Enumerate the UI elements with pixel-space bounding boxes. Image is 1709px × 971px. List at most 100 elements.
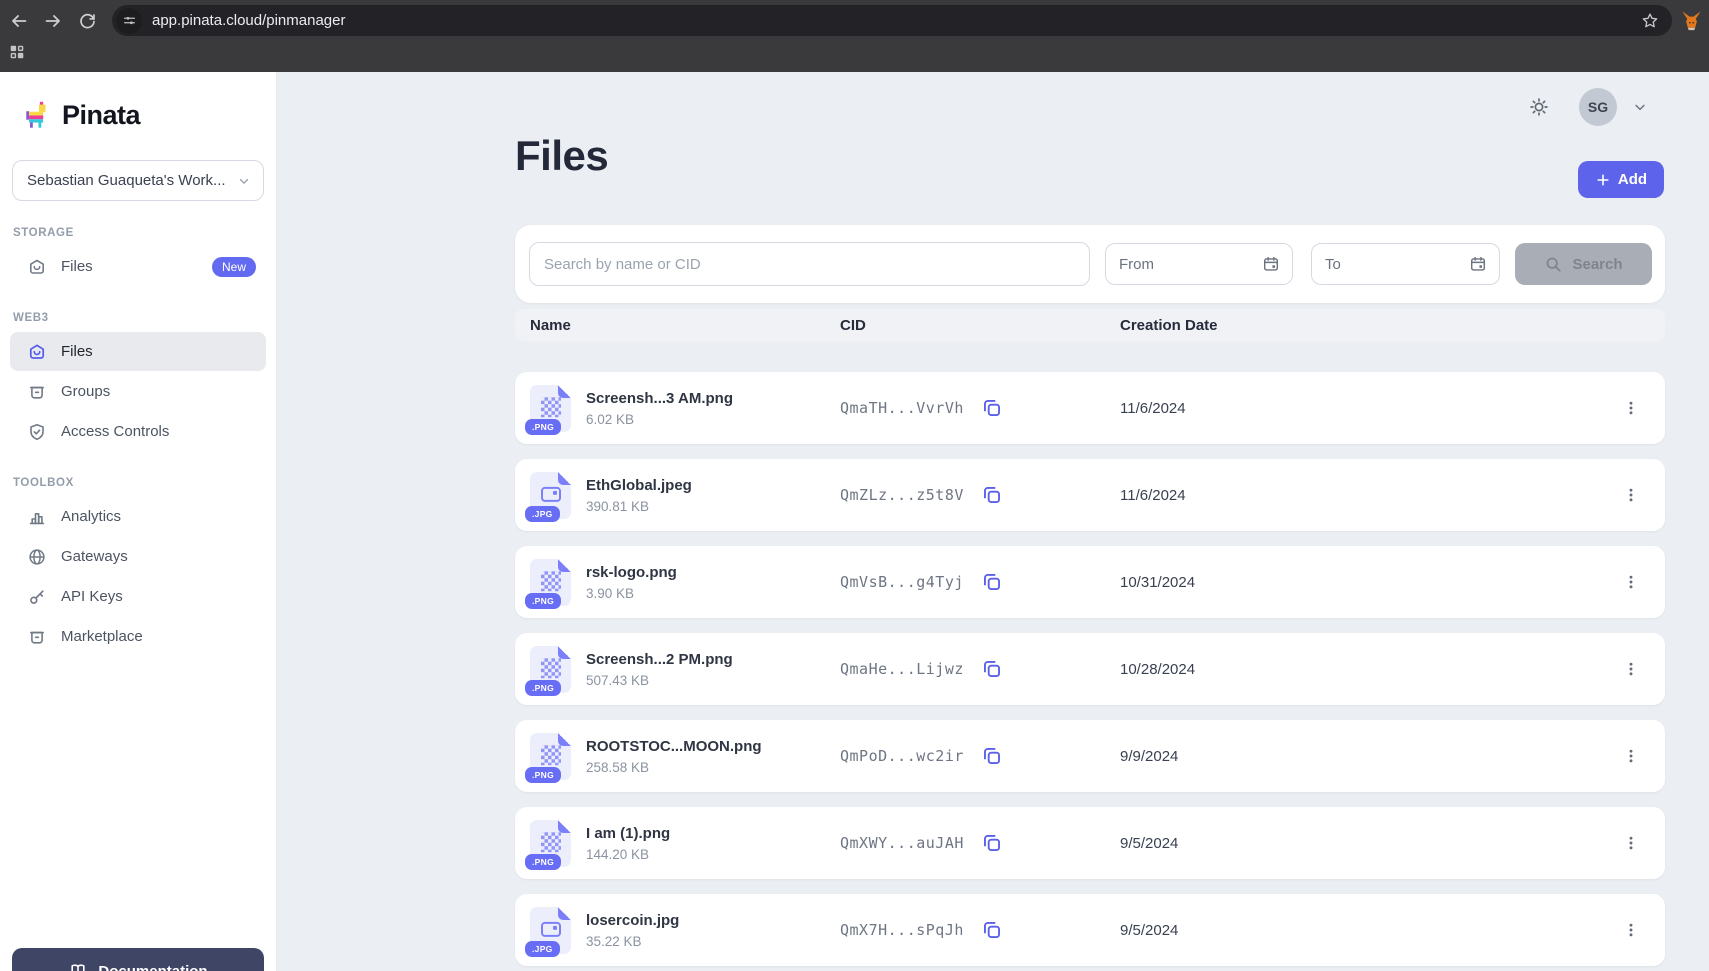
table-row[interactable]: .PNG Screensh...2 PM.png507.43 KB QmaHe.…	[515, 633, 1665, 705]
file-date: 9/9/2024	[1120, 748, 1607, 765]
documentation-label: Documentation	[98, 963, 207, 971]
file-name: rsk-logo.png	[586, 564, 677, 581]
table-row[interactable]: .JPG losercoin.jpg35.22 KB QmX7H...sPqJh…	[515, 894, 1665, 966]
table-row[interactable]: .PNG rsk-logo.png3.90 KB QmVsB...g4Tyj 1…	[515, 546, 1665, 618]
file-date: 10/31/2024	[1120, 574, 1607, 591]
apps-grid-button[interactable]	[8, 43, 26, 61]
add-button[interactable]: Add	[1578, 161, 1664, 198]
copy-icon	[981, 484, 1003, 506]
copy-icon	[981, 658, 1003, 680]
main-content: SG Files Add From To Search Name CID Cre…	[277, 72, 1709, 971]
copy-cid-button[interactable]	[981, 397, 1003, 419]
copy-icon	[981, 745, 1003, 767]
search-input[interactable]	[529, 242, 1090, 286]
filter-card: From To Search	[515, 225, 1665, 303]
sidebar-item-storage-files[interactable]: Files New	[10, 247, 266, 286]
row-menu-button[interactable]	[1615, 566, 1647, 598]
pinata-logo[interactable]: Pinata	[22, 98, 276, 132]
apps-grid-icon	[8, 43, 26, 61]
file-jpg-icon: .JPG	[530, 472, 571, 519]
copy-cid-button[interactable]	[981, 658, 1003, 680]
chevron-down-icon	[237, 174, 251, 188]
sidebar-item-gateways[interactable]: Gateways	[10, 537, 266, 576]
file-png-icon: .PNG	[530, 385, 571, 432]
site-info-icon[interactable]	[116, 8, 142, 34]
file-size: 390.81 KB	[586, 499, 692, 514]
account-menu-button[interactable]	[1632, 99, 1648, 115]
file-png-icon: .PNG	[530, 733, 571, 780]
documentation-button[interactable]: Documentation	[12, 948, 264, 971]
search-icon	[1544, 255, 1563, 274]
sidebar-item-label: Gateways	[61, 548, 256, 565]
column-header-name: Name	[530, 317, 840, 334]
row-menu-button[interactable]	[1615, 827, 1647, 859]
column-header-cid: CID	[840, 317, 1120, 334]
book-icon	[68, 961, 88, 971]
sidebar-item-marketplace[interactable]: Marketplace	[10, 617, 266, 656]
file-cid: QmX7H...sPqJh	[840, 921, 964, 939]
sidebar-item-label: Groups	[61, 383, 256, 400]
section-label-web3: WEB3	[13, 312, 276, 324]
sidebar-item-groups[interactable]: Groups	[10, 372, 266, 411]
row-menu-button[interactable]	[1615, 740, 1647, 772]
files-icon	[27, 342, 47, 362]
file-cid: QmZLz...z5t8V	[840, 486, 964, 504]
bookmark-star-button[interactable]	[1640, 11, 1660, 31]
chevron-down-icon	[1632, 99, 1648, 115]
url-bar[interactable]: app.pinata.cloud/pinmanager	[112, 5, 1672, 36]
url-text: app.pinata.cloud/pinmanager	[152, 12, 1640, 29]
file-png-icon: .PNG	[530, 559, 571, 606]
file-png-icon: .PNG	[530, 820, 571, 867]
copy-cid-button[interactable]	[981, 745, 1003, 767]
copy-icon	[981, 397, 1003, 419]
sidebar-item-analytics[interactable]: Analytics	[10, 497, 266, 536]
copy-icon	[981, 919, 1003, 941]
kebab-menu-icon	[1622, 399, 1640, 417]
date-from-placeholder: From	[1119, 256, 1154, 273]
file-size: 507.43 KB	[586, 673, 733, 688]
row-menu-button[interactable]	[1615, 479, 1647, 511]
copy-cid-button[interactable]	[981, 832, 1003, 854]
date-from-input[interactable]: From	[1105, 243, 1293, 285]
metamask-extension-button[interactable]	[1680, 9, 1703, 32]
table-row[interactable]: .PNG ROOTSTOC...MOON.png258.58 KB QmPoD.…	[515, 720, 1665, 792]
table-row[interactable]: .PNG I am (1).png144.20 KB QmXWY...auJAH…	[515, 807, 1665, 879]
kebab-menu-icon	[1622, 486, 1640, 504]
sidebar-item-web3-files[interactable]: Files	[10, 332, 266, 371]
avatar[interactable]: SG	[1579, 88, 1617, 126]
pinata-logo-icon	[22, 98, 54, 132]
row-menu-button[interactable]	[1615, 914, 1647, 946]
reload-button[interactable]	[75, 9, 99, 33]
copy-cid-button[interactable]	[981, 484, 1003, 506]
access-controls-icon	[27, 422, 47, 442]
file-cid: QmaTH...VvrVh	[840, 399, 964, 417]
add-button-label: Add	[1618, 171, 1647, 188]
date-to-input[interactable]: To	[1311, 243, 1500, 285]
file-name: losercoin.jpg	[586, 912, 679, 929]
sidebar: Pinata Sebastian Guaqueta's Work... STOR…	[0, 72, 277, 971]
row-menu-button[interactable]	[1615, 392, 1647, 424]
copy-cid-button[interactable]	[981, 919, 1003, 941]
workspace-selector[interactable]: Sebastian Guaqueta's Work...	[12, 160, 264, 201]
sidebar-item-label: Marketplace	[61, 628, 256, 645]
table-row[interactable]: .PNG Screensh...3 AM.png6.02 KB QmaTH...…	[515, 372, 1665, 444]
file-size: 144.20 KB	[586, 847, 670, 862]
back-button[interactable]	[7, 9, 31, 33]
gateways-icon	[27, 547, 47, 567]
row-menu-button[interactable]	[1615, 653, 1647, 685]
groups-icon	[27, 382, 47, 402]
sidebar-item-access-controls[interactable]: Access Controls	[10, 412, 266, 451]
kebab-menu-icon	[1622, 747, 1640, 765]
copy-cid-button[interactable]	[981, 571, 1003, 593]
search-button[interactable]: Search	[1515, 243, 1652, 285]
new-badge: New	[212, 257, 256, 277]
file-name: EthGlobal.jpeg	[586, 477, 692, 494]
sun-icon	[1528, 96, 1550, 118]
sidebar-item-api-keys[interactable]: API Keys	[10, 577, 266, 616]
back-icon	[9, 11, 29, 31]
theme-toggle-button[interactable]	[1523, 91, 1555, 123]
table-row[interactable]: .JPG EthGlobal.jpeg 390.81 KB QmZLz...z5t…	[515, 459, 1665, 531]
files-icon	[27, 257, 47, 277]
forward-button[interactable]	[41, 9, 65, 33]
file-cid: QmXWY...auJAH	[840, 834, 964, 852]
